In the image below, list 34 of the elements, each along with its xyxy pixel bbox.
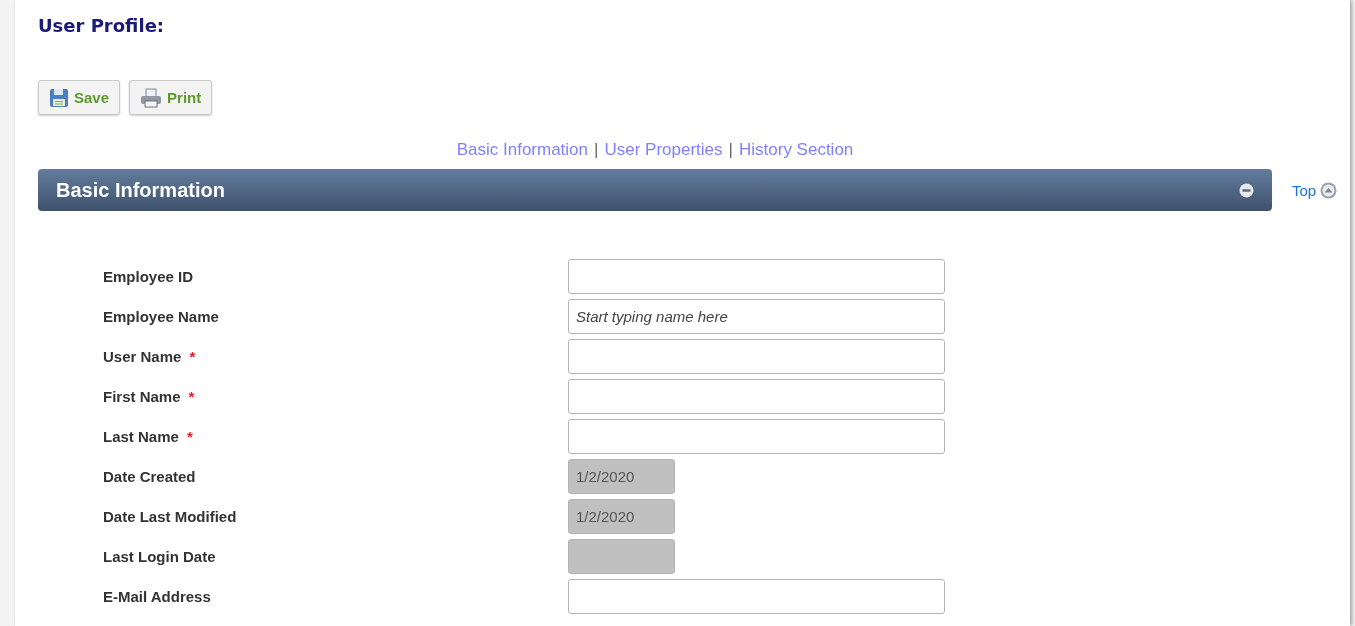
input-field[interactable]: [568, 258, 945, 294]
input-field[interactable]: [568, 378, 945, 414]
field-label: Date Created: [103, 467, 196, 485]
field-label: User Name: [103, 347, 182, 365]
section-title: Basic Information: [56, 178, 225, 202]
print-button[interactable]: Print: [129, 80, 213, 115]
input-field[interactable]: [568, 578, 945, 614]
nav-separator: |: [728, 140, 733, 160]
nav-separator: |: [594, 140, 599, 160]
input-field[interactable]: Start typing name here: [568, 298, 945, 334]
required-mark: *: [186, 427, 193, 445]
field-label: Last Login Date: [103, 547, 216, 565]
input-field[interactable]: [568, 338, 945, 374]
section-link[interactable]: User Properties: [604, 140, 723, 160]
field-label: First Name: [103, 387, 181, 405]
printer-icon: [140, 87, 163, 108]
field-label: Last Name: [103, 427, 179, 445]
section-link[interactable]: Basic Information: [456, 140, 589, 160]
input-field[interactable]: 1/2/2020: [568, 458, 675, 494]
field-label: E-Mail Address: [103, 587, 211, 605]
field-label: Employee ID: [103, 267, 194, 285]
field-label: Employee Name: [103, 307, 219, 325]
required-mark: *: [189, 347, 196, 365]
page-title: User Profile:: [38, 15, 166, 38]
section-link[interactable]: History Section: [739, 140, 854, 160]
collapse-icon[interactable]: [1239, 182, 1254, 198]
top-link[interactable]: Top: [1292, 181, 1338, 199]
required-mark: *: [188, 387, 195, 405]
input-field[interactable]: [568, 538, 675, 574]
input-field[interactable]: 1/2/2020: [568, 498, 675, 534]
field-label: Date Last Modified: [103, 507, 237, 525]
input-field[interactable]: [568, 418, 945, 454]
save-button[interactable]: Save: [38, 80, 121, 115]
up-arrow-icon: [1320, 181, 1338, 199]
